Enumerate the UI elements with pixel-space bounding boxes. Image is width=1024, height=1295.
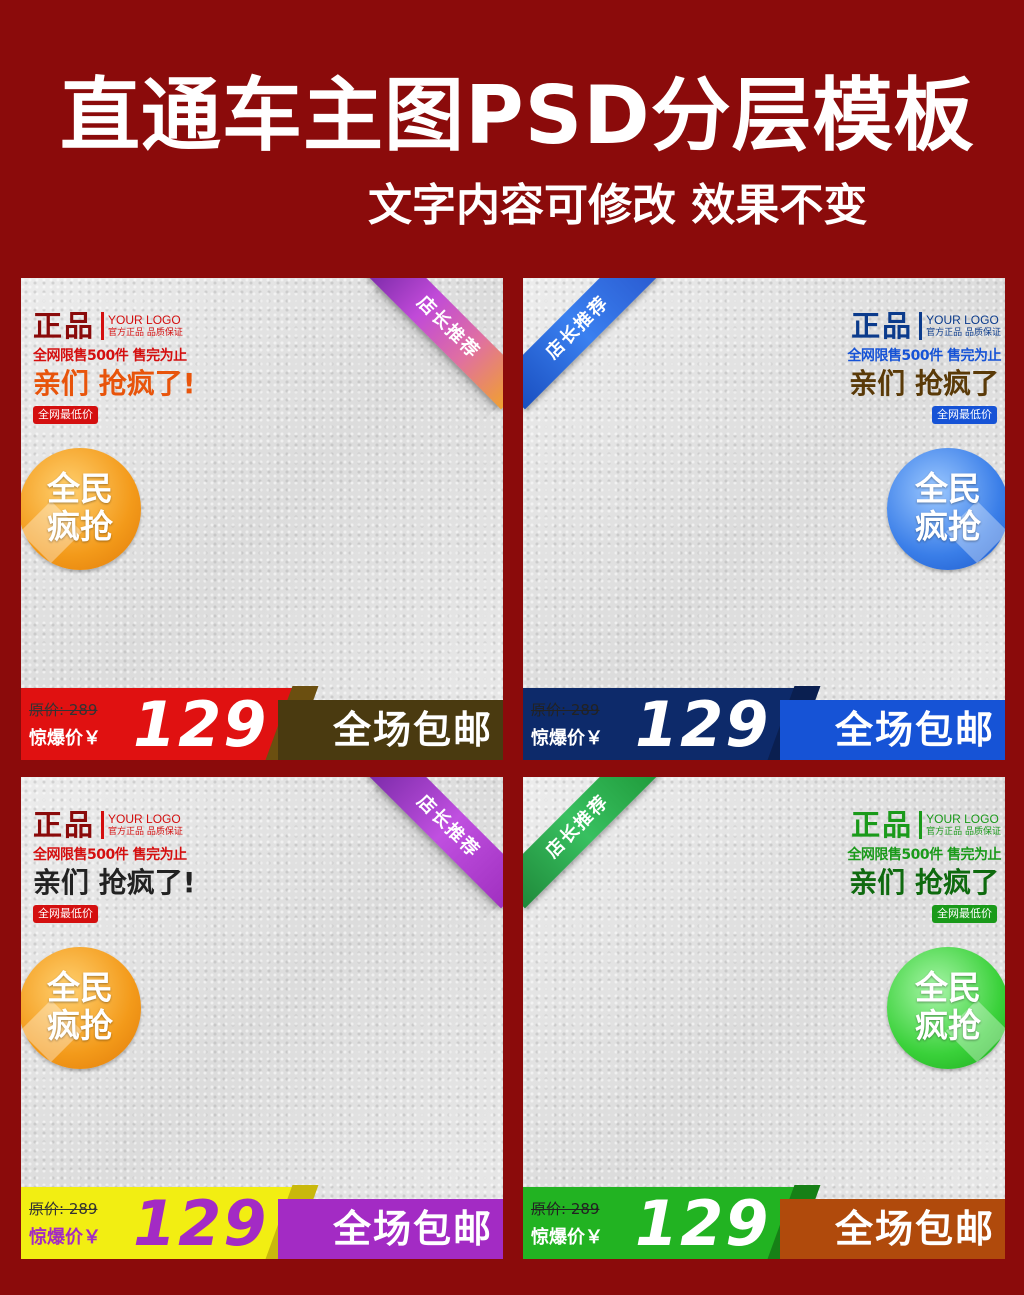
circle-line-2: 疯抢 xyxy=(915,507,981,546)
price-band: 原价: 289 惊爆价￥ 129 全场包邮 xyxy=(523,686,1005,760)
limit-text: 全网限售500件 售完为止 xyxy=(847,348,1001,364)
price-value: 129 xyxy=(133,1187,269,1259)
circle-line-1: 全民 xyxy=(915,469,981,508)
guarantee-text: 官方正品 品质保证 xyxy=(926,328,1001,338)
guarantee-text: 官方正品 品质保证 xyxy=(926,827,1001,837)
lowest-price-badge: 全网最低价 xyxy=(932,905,997,923)
circle-line-1: 全民 xyxy=(915,968,981,1007)
promo-circle: 全民 疯抢 xyxy=(21,448,141,570)
authentic-label: 正品 xyxy=(851,808,914,842)
original-price: 原价: 289 xyxy=(531,1200,600,1218)
price-value: 129 xyxy=(133,688,269,760)
template-card-2: 店长推荐 正品 YOUR LOGO 官方正品 品质保证 全网限售500件 售完为… xyxy=(523,278,1005,760)
logo-text: YOUR LOGO xyxy=(926,812,999,826)
price-band: 原价: 289 惊爆价￥ 129 全场包邮 xyxy=(523,1185,1005,1259)
authentic-label: 正品 xyxy=(33,309,96,343)
template-card-3: 店长推荐 正品 YOUR LOGO 官方正品 品质保证 全网限售500件 售完为… xyxy=(21,777,503,1259)
circle-line-1: 全民 xyxy=(47,968,113,1007)
free-shipping-label: 全场包邮 xyxy=(834,1207,995,1251)
promo-circle: 全民 疯抢 xyxy=(887,448,1005,570)
limit-text: 全网限售500件 售完为止 xyxy=(33,847,187,863)
free-shipping-label: 全场包邮 xyxy=(834,708,995,752)
ribbon-corner: 店长推荐 xyxy=(363,278,503,421)
brand-row: 正品 YOUR LOGO 官方正品 品质保证 xyxy=(33,809,183,841)
slogan-text: 亲们 抢疯了! xyxy=(33,367,196,400)
price-value: 129 xyxy=(635,1187,771,1259)
free-shipping-label: 全场包邮 xyxy=(332,1207,493,1251)
ribbon-corner: 店长推荐 xyxy=(523,777,663,920)
authentic-label: 正品 xyxy=(851,309,914,343)
surprise-price-label: 惊爆价￥ xyxy=(29,1227,101,1248)
original-price: 原价: 289 xyxy=(29,1200,98,1218)
logo-text: YOUR LOGO xyxy=(926,313,999,327)
brand-row: 正品 YOUR LOGO 官方正品 品质保证 xyxy=(33,310,183,342)
lowest-price-badge: 全网最低价 xyxy=(932,406,997,424)
slogan-text: 亲们 抢疯了 xyxy=(849,866,999,899)
original-price: 原价: 289 xyxy=(29,701,98,719)
page-subtitle: 文字内容可修改 效果不变 xyxy=(368,180,868,231)
surprise-price-label: 惊爆价￥ xyxy=(29,728,101,749)
lowest-price-badge: 全网最低价 xyxy=(33,905,98,923)
ribbon-corner: 店长推荐 xyxy=(523,278,663,421)
promo-circle: 全民 疯抢 xyxy=(887,947,1005,1069)
surprise-price-label: 惊爆价￥ xyxy=(531,728,603,749)
slogan-text: 亲们 抢疯了 xyxy=(849,367,999,400)
template-card-4: 店长推荐 正品 YOUR LOGO 官方正品 品质保证 全网限售500件 售完为… xyxy=(523,777,1005,1259)
free-shipping-label: 全场包邮 xyxy=(332,708,493,752)
limit-text: 全网限售500件 售完为止 xyxy=(847,847,1001,863)
price-band: 原价: 289 惊爆价￥ 129 全场包邮 xyxy=(21,1185,503,1259)
circle-line-2: 疯抢 xyxy=(915,1006,981,1045)
brand-row: 正品 YOUR LOGO 官方正品 品质保证 xyxy=(851,809,1001,841)
slogan-text: 亲们 抢疯了! xyxy=(33,866,196,899)
circle-line-1: 全民 xyxy=(47,469,113,508)
page-title: 直通车主图PSD分层模板 xyxy=(60,69,975,162)
original-price: 原价: 289 xyxy=(531,701,600,719)
limit-text: 全网限售500件 售完为止 xyxy=(33,348,187,364)
surprise-price-label: 惊爆价￥ xyxy=(531,1227,603,1248)
logo-text: YOUR LOGO xyxy=(108,313,181,327)
price-value: 129 xyxy=(635,688,771,760)
guarantee-text: 官方正品 品质保证 xyxy=(108,827,183,837)
ribbon-corner: 店长推荐 xyxy=(363,777,503,920)
lowest-price-badge: 全网最低价 xyxy=(33,406,98,424)
circle-line-2: 疯抢 xyxy=(47,1006,113,1045)
price-band: 原价: 289 惊爆价￥ 129 全场包邮 xyxy=(21,686,503,760)
promo-circle: 全民 疯抢 xyxy=(21,947,141,1069)
guarantee-text: 官方正品 品质保证 xyxy=(108,328,183,338)
circle-line-2: 疯抢 xyxy=(47,507,113,546)
authentic-label: 正品 xyxy=(33,808,96,842)
logo-text: YOUR LOGO xyxy=(108,812,181,826)
template-card-1: 店长推荐 正品 YOUR LOGO 官方正品 品质保证 全网限售500件 售完为… xyxy=(21,278,503,760)
brand-row: 正品 YOUR LOGO 官方正品 品质保证 xyxy=(851,310,1001,342)
